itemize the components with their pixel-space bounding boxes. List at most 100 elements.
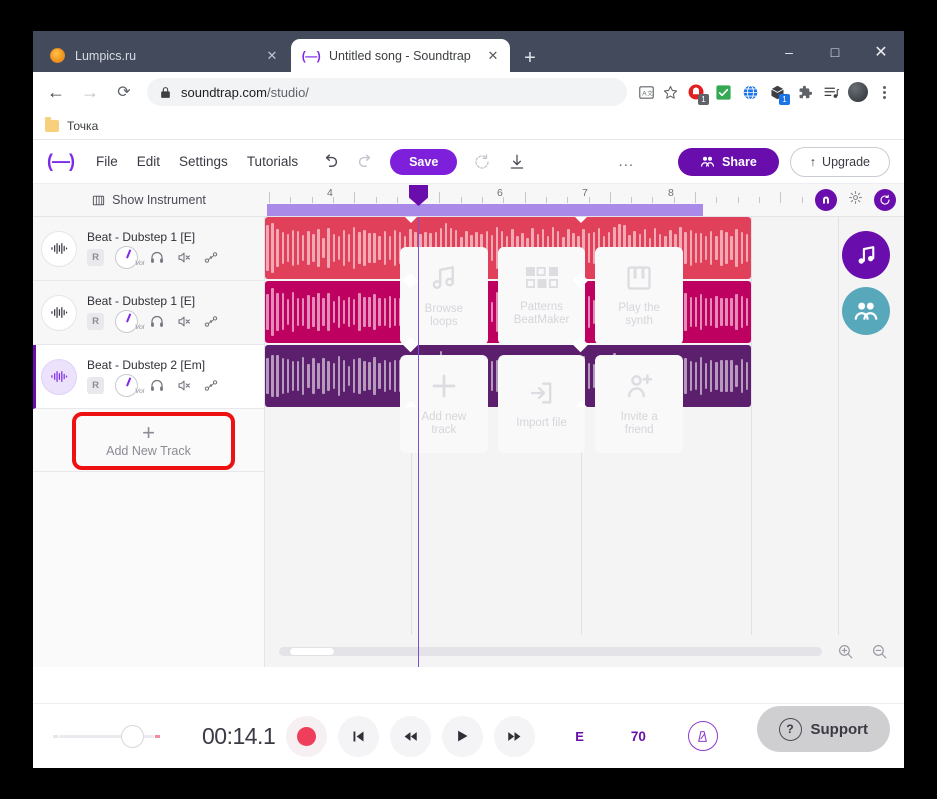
timeline-grid[interactable]: Browse loops Patterns BeatMaker Play the sy… [265, 217, 904, 667]
playhead-handle[interactable] [409, 185, 428, 206]
playhead[interactable] [418, 217, 419, 667]
menu-settings[interactable]: Settings [179, 154, 228, 169]
menu-tutorials[interactable]: Tutorials [247, 154, 298, 169]
translate-icon[interactable]: A文 [635, 81, 657, 103]
menu-file[interactable]: File [96, 154, 118, 169]
zoom-in-icon[interactable] [834, 640, 856, 662]
tile-play-the-synth[interactable]: Play the synth [595, 247, 684, 345]
metronome-button[interactable] [687, 721, 718, 751]
menu-edit[interactable]: Edit [137, 154, 160, 169]
folder-icon [45, 116, 59, 132]
plus-icon [432, 374, 456, 398]
package-icon[interactable]: 1 [765, 80, 790, 105]
transport-bar: 00:14.1 E 70 ? Support [33, 703, 904, 768]
tile-browse-loops[interactable]: Browse loops [400, 247, 488, 345]
timeline-ruler[interactable]: 4 6 7 8 [265, 184, 904, 216]
track-header-1[interactable]: Beat - Dubstep 1 [E] R Vol [33, 217, 264, 281]
close-tab-icon[interactable]: ✕ [484, 47, 502, 65]
loop-region-icon[interactable] [874, 189, 896, 211]
loop-region-bar[interactable] [267, 204, 703, 216]
save-button[interactable]: Save [390, 148, 458, 175]
redo-icon[interactable] [352, 149, 378, 175]
browser-tab-lumpics[interactable]: Lumpics.ru ✕ [37, 39, 289, 72]
back-icon[interactable]: ← [41, 77, 71, 107]
record-arm-button[interactable]: R [87, 249, 104, 266]
bookmark-star-icon[interactable] [659, 81, 681, 103]
adblock-icon[interactable]: 1 [684, 80, 709, 105]
skip-to-start-button[interactable] [338, 715, 380, 757]
close-window-button[interactable]: ✕ [858, 31, 904, 72]
record-button[interactable] [286, 715, 328, 757]
gear-icon[interactable] [848, 190, 863, 210]
headphones-icon[interactable] [149, 378, 165, 393]
fab-collaborate-button[interactable] [842, 287, 890, 335]
record-arm-button[interactable]: R [87, 313, 104, 330]
add-new-track-button[interactable]: + Add New Track [33, 409, 264, 472]
volume-knob[interactable]: Vol [115, 374, 144, 397]
reload-icon[interactable]: ⟳ [109, 77, 139, 107]
headphones-icon[interactable] [149, 314, 165, 329]
play-button[interactable] [442, 715, 484, 757]
key-display[interactable]: E [575, 729, 584, 744]
bookmark-label: Точка [67, 118, 99, 133]
new-tab-button[interactable]: + [517, 45, 543, 71]
volume-knob[interactable]: Vol [115, 246, 144, 269]
mute-icon[interactable] [176, 314, 192, 329]
kebab-menu-icon[interactable] [872, 80, 896, 104]
minimize-button[interactable]: – [766, 31, 812, 72]
scrollbar-thumb[interactable] [289, 646, 335, 656]
media-list-icon[interactable] [819, 80, 843, 104]
master-volume-slider[interactable] [53, 724, 160, 748]
address-bar[interactable]: soundtrap.com/studio/ [147, 78, 627, 106]
timeline-ruler-row: Show Instrument 4 6 7 8 [33, 184, 904, 217]
volume-knob[interactable]: Vol [115, 310, 144, 333]
tile-label: Patterns BeatMaker [513, 301, 570, 326]
track-meta: Beat - Dubstep 2 [Em] R Vol [87, 356, 256, 397]
globe-icon[interactable] [738, 80, 762, 104]
tile-invite-a-friend[interactable]: Invite a friend [595, 355, 684, 453]
waveform-icon [41, 358, 77, 395]
record-arm-button[interactable]: R [87, 377, 104, 394]
magnet-snap-icon[interactable] [815, 189, 837, 211]
puzzle-icon[interactable] [792, 80, 816, 104]
soundtrap-logo-icon[interactable]: (—) [47, 151, 75, 172]
mute-icon[interactable] [176, 250, 192, 265]
share-button[interactable]: Share [678, 147, 779, 176]
question-mark-icon: ? [778, 717, 802, 741]
upgrade-button[interactable]: ↑ Upgrade [789, 146, 890, 177]
mute-icon[interactable] [176, 378, 192, 393]
browser-tab-soundtrap[interactable]: (—) Untitled song - Soundtrap ✕ [291, 39, 510, 72]
tile-patterns-beatmaker[interactable]: Patterns BeatMaker [497, 247, 586, 345]
horizontal-scrollbar[interactable] [279, 646, 822, 656]
track-header-2[interactable]: Beat - Dubstep 1 [E] R Vol [33, 281, 264, 345]
checkmark-icon[interactable] [711, 80, 735, 104]
automation-icon[interactable] [203, 314, 219, 329]
overflow-menu-button[interactable]: ... [619, 153, 635, 170]
horizontal-scroll-row [265, 635, 904, 667]
close-tab-icon[interactable]: ✕ [263, 47, 281, 65]
headphones-icon[interactable] [149, 250, 165, 265]
support-widget-button[interactable]: ? Support [756, 706, 890, 752]
rewind-button[interactable] [390, 715, 432, 757]
track-header-3[interactable]: Beat - Dubstep 2 [Em] R Vol [33, 345, 264, 409]
automation-icon[interactable] [203, 250, 219, 265]
track-controls: R Vol [87, 246, 256, 269]
waveform-icon [41, 294, 77, 331]
zoom-out-icon[interactable] [868, 640, 890, 662]
forward-icon[interactable]: → [75, 77, 105, 107]
avatar[interactable] [846, 80, 870, 104]
fab-music-note-button[interactable] [842, 231, 890, 279]
download-icon[interactable] [504, 149, 530, 175]
bookmark-item[interactable]: Точка [45, 116, 99, 133]
play-icon [458, 730, 468, 742]
share-label: Share [722, 154, 757, 169]
tile-import-file[interactable]: Import file [497, 355, 586, 453]
undo-icon[interactable] [317, 149, 343, 175]
maximize-button[interactable]: □ [812, 31, 858, 72]
automation-icon[interactable] [203, 378, 219, 393]
show-instrument-button[interactable]: Show Instrument [33, 184, 265, 216]
fast-forward-button[interactable] [494, 715, 536, 757]
adblock-badge: 1 [698, 94, 709, 105]
bpm-display[interactable]: 70 [631, 729, 646, 744]
revert-icon[interactable] [469, 149, 495, 175]
